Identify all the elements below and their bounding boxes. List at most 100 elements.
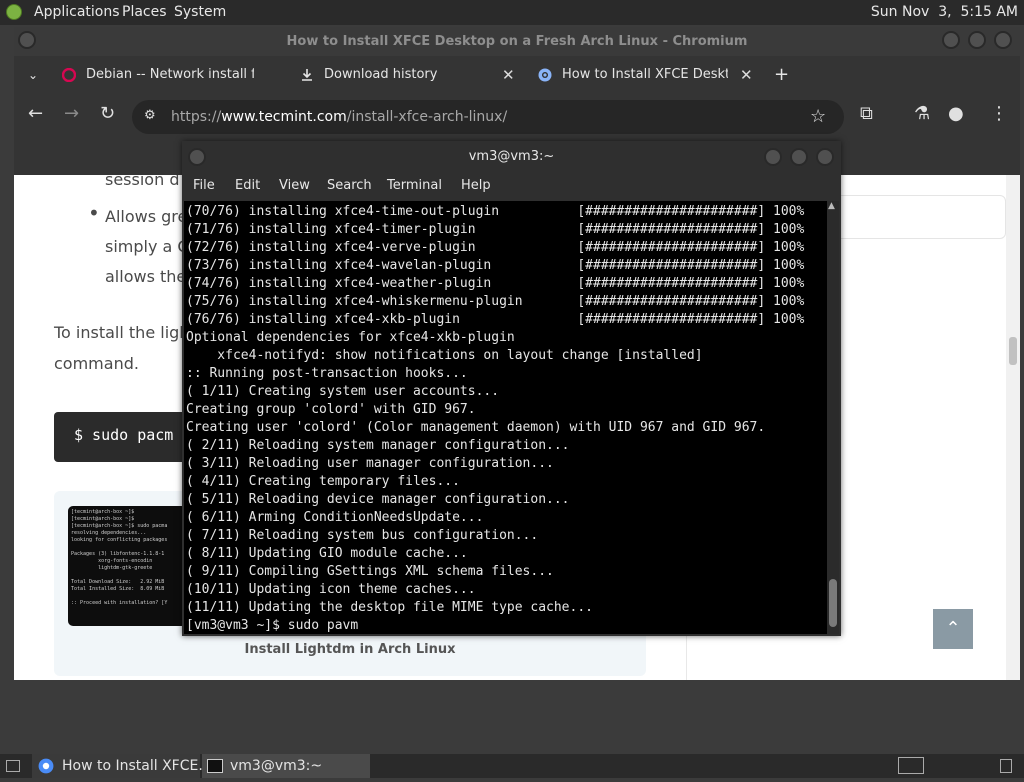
terminal-line: (76/76) installing xfce4-xkb-plugin [###… xyxy=(186,312,805,327)
terminal-line: (10/11) Updating icon theme caches... xyxy=(186,582,476,597)
site-info-icon[interactable]: ⚙ xyxy=(144,108,156,123)
tab-close-icon[interactable]: ✕ xyxy=(740,57,753,93)
tab-close-icon[interactable]: ✕ xyxy=(502,57,515,93)
terminal-screen[interactable]: (70/76) installing xfce4-time-out-plugin… xyxy=(184,201,827,634)
back-icon[interactable]: ← xyxy=(28,103,43,124)
top-panel: Applications Places System Sun Nov 3, 5:… xyxy=(0,0,1024,25)
page-text: Allows gre xyxy=(105,207,188,226)
terminal-line: (71/76) installing xfce4-timer-plugin [#… xyxy=(186,222,805,237)
menu-edit[interactable]: Edit xyxy=(235,178,260,193)
address-bar[interactable]: ⚙ https://www.tecmint.com/install-xfce-a… xyxy=(132,100,844,134)
taskbar-label: How to Install XFCE... xyxy=(62,758,212,774)
menu-file[interactable]: File xyxy=(193,178,215,193)
tab-tecmint[interactable]: How to Install XFCE Desktop ✕ xyxy=(536,57,762,93)
taskbar-label: vm3@vm3:~ xyxy=(230,758,323,774)
browser-window-title: How to Install XFCE Desktop on a Fresh A… xyxy=(286,34,748,49)
terminal-line: xfce4-notifyd: show notifications on lay… xyxy=(186,348,703,363)
page-text: command. xyxy=(54,354,139,373)
maximize-icon[interactable] xyxy=(790,148,808,166)
new-tab-icon[interactable]: + xyxy=(774,57,792,93)
trash-icon[interactable] xyxy=(1000,754,1016,778)
menu-search[interactable]: Search xyxy=(327,178,372,193)
terminal-line: :: Running post-transaction hooks... xyxy=(186,366,468,381)
page-text: session d xyxy=(105,175,180,189)
download-icon xyxy=(302,69,312,81)
tab-label: Download history xyxy=(324,67,438,82)
terminal-line: ( 9/11) Compiling GSettings XML schema f… xyxy=(186,564,554,579)
terminal-line: ( 8/11) Updating GIO module cache... xyxy=(186,546,468,561)
terminal-line: ( 3/11) Reloading user manager configura… xyxy=(186,456,554,471)
tab-debian[interactable]: Debian -- Network install fro xyxy=(58,57,254,93)
terminal-line: ( 5/11) Reloading device manager configu… xyxy=(186,492,570,507)
tab-strip: ⌄ Debian -- Network install fro Download… xyxy=(14,57,1020,93)
clock[interactable]: Sun Nov 3, 5:15 AM xyxy=(871,4,1018,20)
menu-places[interactable]: Places xyxy=(122,4,167,20)
tab-download-history[interactable]: Download history ✕ xyxy=(298,57,522,93)
close-icon[interactable] xyxy=(994,31,1012,49)
figure-terminal-text: [tecmint@arch-box ~]$ [tecmint@arch-box … xyxy=(71,509,168,606)
maximize-icon[interactable] xyxy=(968,31,986,49)
tab-label: Debian -- Network install fro xyxy=(86,67,254,82)
terminal-line: ( 4/11) Creating temporary files... xyxy=(186,474,460,489)
tab-search-icon[interactable]: ⌄ xyxy=(28,57,42,93)
bookmark-star-icon[interactable]: ☆ xyxy=(810,106,826,127)
applications-icon[interactable] xyxy=(6,4,22,20)
page-scrollbar[interactable] xyxy=(1006,175,1020,680)
terminal-icon xyxy=(207,759,223,773)
terminal-line: ( 6/11) Arming ConditionNeedsUpdate... xyxy=(186,510,484,525)
more-menu-icon[interactable]: ⋮ xyxy=(990,103,1008,124)
menu-help[interactable]: Help xyxy=(461,178,491,193)
terminal-line: Creating group 'colord' with GID 967. xyxy=(186,402,476,417)
terminal-title: vm3@vm3:~ xyxy=(468,149,555,164)
terminal-line: (72/76) installing xfce4-verve-plugin [#… xyxy=(186,240,805,255)
figure-screenshot-image[interactable]: [tecmint@arch-box ~]$ [tecmint@arch-box … xyxy=(68,506,198,626)
show-desktop-icon[interactable] xyxy=(6,754,22,778)
minimize-icon[interactable] xyxy=(942,31,960,49)
figure-caption: Install Lightdm in Arch Linux xyxy=(244,642,456,657)
menu-terminal[interactable]: Terminal xyxy=(387,178,442,193)
terminal-titlebar[interactable]: vm3@vm3:~ xyxy=(182,141,841,173)
taskbar-item-terminal[interactable]: vm3@vm3:~ xyxy=(202,754,370,778)
bottom-taskbar: How to Install XFCE... vm3@vm3:~ xyxy=(0,754,1024,778)
bullet-icon: • xyxy=(88,201,100,225)
workspace-switcher[interactable] xyxy=(898,754,928,778)
menu-applications[interactable]: Applications xyxy=(34,4,120,20)
chevron-up-icon: ⌃ xyxy=(945,618,961,639)
taskbar-item-chromium[interactable]: How to Install XFCE... xyxy=(32,754,212,778)
close-icon[interactable] xyxy=(816,148,834,166)
forward-icon[interactable]: → xyxy=(64,103,79,124)
terminal-output: (70/76) installing xfce4-time-out-plugin… xyxy=(186,203,804,634)
terminal-line: ( 2/11) Reloading system manager configu… xyxy=(186,438,570,453)
terminal-line: Optional dependencies for xfce4-xkb-plug… xyxy=(186,330,515,345)
terminal-line: Creating user 'colord' (Color management… xyxy=(186,420,766,435)
menu-view[interactable]: View xyxy=(279,178,310,193)
labs-flask-icon[interactable]: ⚗ xyxy=(914,103,930,124)
profile-icon[interactable]: ● xyxy=(948,103,964,124)
code-text: $ sudo pacm xyxy=(74,426,174,444)
terminal-line: ( 1/11) Creating system user accounts... xyxy=(186,384,500,399)
browser-titlebar[interactable]: How to Install XFCE Desktop on a Fresh A… xyxy=(14,27,1020,56)
terminal-line: (11/11) Updating the desktop file MIME t… xyxy=(186,600,593,615)
terminal-scrollbar[interactable]: ▲ xyxy=(827,201,839,634)
terminal-menubar: File Edit View Search Terminal Help xyxy=(182,173,841,201)
scroll-up-icon[interactable]: ▲ xyxy=(828,201,835,211)
back-to-top-button[interactable]: ⌃ xyxy=(933,609,973,649)
terminal-line: ( 7/11) Reloading system bus configurati… xyxy=(186,528,539,543)
terminal-line: (70/76) installing xfce4-time-out-plugin… xyxy=(186,204,805,219)
minimize-icon[interactable] xyxy=(764,148,782,166)
extensions-icon[interactable]: ⧉ xyxy=(860,103,873,124)
terminal-line: (73/76) installing xfce4-wavelan-plugin … xyxy=(186,258,805,273)
menu-system[interactable]: System xyxy=(174,4,226,20)
page-text: allows the xyxy=(105,267,187,286)
terminal-scroll-thumb[interactable] xyxy=(829,579,837,627)
terminal-line: [vm3@vm3 ~]$ sudo pavm xyxy=(186,618,359,633)
browser-toolbar: ← → ↻ ⚙ https://www.tecmint.com/install-… xyxy=(14,93,1020,139)
url-text[interactable]: https://www.tecmint.com/install-xfce-arc… xyxy=(171,109,507,125)
page-text: simply a C xyxy=(105,237,189,256)
terminal-window: vm3@vm3:~ File Edit View Search Terminal… xyxy=(182,141,841,636)
chromium-icon xyxy=(38,758,54,774)
terminal-line: (74/76) installing xfce4-weather-plugin … xyxy=(186,276,805,291)
reload-icon[interactable]: ↻ xyxy=(100,103,115,124)
scroll-thumb[interactable] xyxy=(1009,337,1017,365)
debian-icon xyxy=(62,68,76,82)
